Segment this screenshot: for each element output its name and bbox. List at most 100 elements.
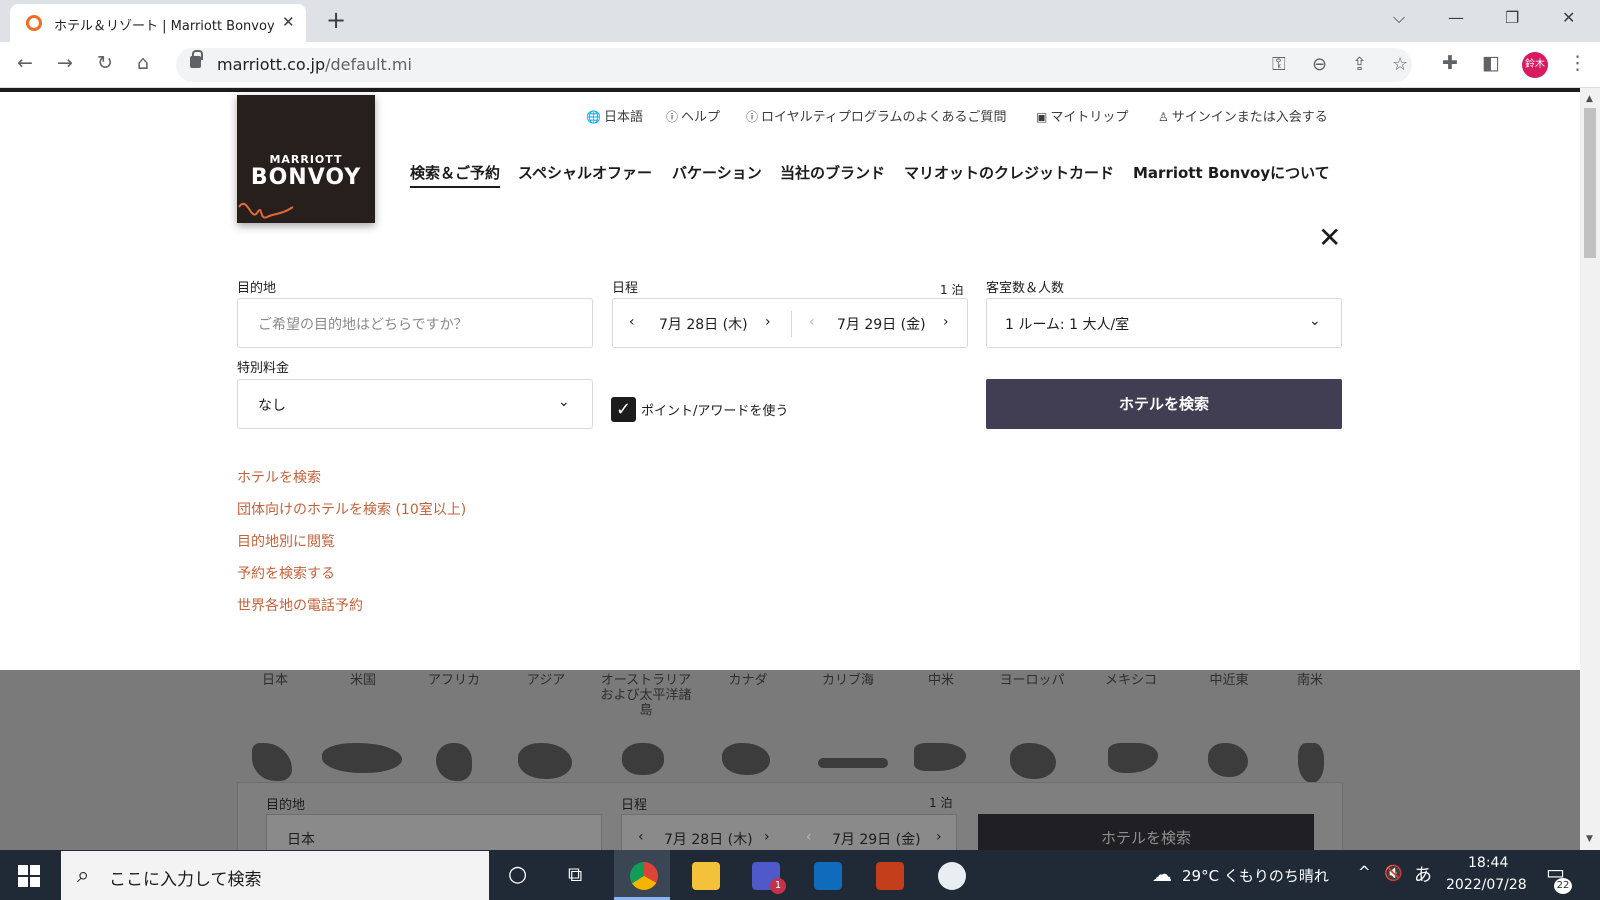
close-window-icon[interactable]: ✕ bbox=[1562, 8, 1575, 27]
south-america-map-icon[interactable] bbox=[1298, 743, 1324, 783]
menu-icon[interactable]: ⋮ bbox=[1568, 52, 1587, 74]
special-rate-select[interactable]: なし ⌄ bbox=[237, 379, 593, 429]
link-browse-destinations[interactable]: 目的地別に閲覧 bbox=[237, 531, 335, 551]
utility-language[interactable]: 🌐 日本語 bbox=[586, 106, 643, 125]
nav-brands[interactable]: 当社のブランド bbox=[780, 162, 885, 183]
region-mexico[interactable]: メキシコ bbox=[1083, 673, 1179, 688]
region-usa[interactable]: 米国 bbox=[315, 673, 411, 688]
teams-badge: 1 bbox=[770, 878, 786, 894]
link-phone-reservations[interactable]: 世界各地の電話予約 bbox=[237, 595, 363, 615]
close-tab-icon[interactable]: ✕ bbox=[282, 13, 295, 31]
utility-help[interactable]: ⓘ ヘルプ bbox=[666, 106, 720, 125]
marriott-bonvoy-logo[interactable]: MARRIOTT BONVOY bbox=[237, 95, 375, 223]
powerpoint-icon[interactable] bbox=[876, 862, 904, 890]
find-hotels-button[interactable]: ホテルを検索 bbox=[986, 379, 1342, 429]
checkin-date[interactable]: 7月 28日 (木) bbox=[659, 314, 748, 334]
extensions-icon[interactable]: ✚ bbox=[1442, 52, 1458, 74]
europe-map-icon[interactable] bbox=[1010, 743, 1056, 779]
scrollbar-thumb[interactable] bbox=[1584, 108, 1596, 258]
clock-date[interactable]: 2022/07/28 bbox=[1446, 877, 1527, 893]
checkout-next-icon[interactable]: › bbox=[943, 314, 949, 330]
bg-chevron-right-icon: › bbox=[764, 829, 770, 845]
side-panel-icon[interactable]: ◧ bbox=[1482, 52, 1500, 74]
canada-map-icon[interactable] bbox=[722, 743, 770, 775]
region-africa[interactable]: アフリカ bbox=[406, 673, 502, 688]
notification-count: 22 bbox=[1554, 878, 1572, 894]
utility-faq[interactable]: ⓘ ロイヤルティプログラムのよくあるご質問 bbox=[746, 106, 1006, 125]
snipping-tool-icon[interactable] bbox=[938, 862, 966, 890]
checkout-prev-icon[interactable]: ‹ bbox=[809, 314, 815, 330]
lock-icon[interactable] bbox=[190, 50, 203, 68]
weather-text[interactable]: 29°C くもりのち晴れ bbox=[1182, 865, 1329, 886]
region-asia[interactable]: アジア bbox=[498, 673, 594, 688]
australia-map-icon[interactable] bbox=[622, 743, 664, 775]
nav-vacations[interactable]: バケーション bbox=[672, 162, 762, 183]
nav-about-bonvoy[interactable]: Marriott Bonvoyについて bbox=[1133, 162, 1330, 183]
address-bar[interactable]: marriott.co.jp/default.mi ⚿ ⊖ ⇪ ☆ bbox=[176, 48, 1412, 82]
region-caribbean[interactable]: カリブ海 bbox=[800, 673, 896, 688]
region-oceania[interactable]: オーストラリアおよび太平洋諸島 bbox=[598, 673, 694, 718]
forward-icon[interactable]: → bbox=[57, 52, 73, 74]
usa-map-icon[interactable] bbox=[322, 743, 402, 773]
africa-map-icon[interactable] bbox=[436, 743, 472, 781]
rooms-guests-select[interactable]: 1 ルーム: 1 大人/室 ⌄ bbox=[986, 298, 1342, 348]
browser-toolbar: ← → ↻ ⌂ marriott.co.jp/default.mi ⚿ ⊖ ⇪ … bbox=[0, 42, 1600, 88]
zoom-icon[interactable]: ⊖ bbox=[1312, 54, 1327, 75]
reload-icon[interactable]: ↻ bbox=[97, 52, 113, 74]
minimize-icon[interactable]: — bbox=[1448, 8, 1464, 27]
nav-credit-card[interactable]: マリオットのクレジットカード bbox=[904, 162, 1114, 183]
use-points-label[interactable]: ポイント/アワードを使う bbox=[641, 400, 788, 419]
region-central-america[interactable]: 中米 bbox=[893, 673, 989, 688]
tab-search-icon[interactable]: ⌵ bbox=[1393, 8, 1405, 28]
profile-avatar[interactable]: 鈴木 bbox=[1522, 52, 1548, 78]
weather-cloud-icon[interactable]: ☁ bbox=[1152, 862, 1172, 886]
region-japan[interactable]: 日本 bbox=[227, 673, 323, 688]
restore-icon[interactable]: ❐ bbox=[1505, 8, 1519, 27]
region-europe[interactable]: ヨーロッパ bbox=[984, 673, 1080, 688]
use-points-checkbox[interactable]: ✓ bbox=[611, 397, 636, 422]
checkmark-icon: ✓ bbox=[615, 399, 632, 420]
user-icon: ♙ bbox=[1158, 110, 1169, 124]
middle-east-map-icon[interactable] bbox=[1208, 743, 1248, 777]
windows-start-icon[interactable] bbox=[18, 865, 40, 887]
asia-map-icon[interactable] bbox=[518, 743, 572, 779]
utility-my-trips[interactable]: ▣ マイトリップ bbox=[1036, 106, 1128, 125]
outlook-icon[interactable] bbox=[814, 862, 842, 890]
url-text[interactable]: marriott.co.jp/default.mi bbox=[217, 55, 412, 74]
checkout-date[interactable]: 7月 29日 (金) bbox=[837, 314, 926, 334]
chrome-taskbar-icon[interactable] bbox=[630, 862, 658, 890]
ime-indicator[interactable]: あ bbox=[1414, 861, 1432, 887]
volume-muted-icon[interactable]: 🔇 bbox=[1384, 864, 1403, 882]
region-canada[interactable]: カナダ bbox=[700, 673, 796, 688]
close-search-icon[interactable]: ✕ bbox=[1318, 224, 1341, 252]
scroll-up-icon[interactable]: ▲ bbox=[1586, 94, 1593, 104]
task-view-icon[interactable]: ⧉ bbox=[568, 862, 582, 886]
home-icon[interactable]: ⌂ bbox=[137, 52, 149, 74]
page-scrollbar[interactable]: ▲ ▼ bbox=[1580, 88, 1600, 850]
utility-sign-in[interactable]: ♙ サインインまたは入会する bbox=[1158, 106, 1328, 125]
bookmark-star-icon[interactable]: ☆ bbox=[1392, 54, 1408, 75]
new-tab-icon[interactable]: + bbox=[326, 6, 346, 34]
nav-special-offers[interactable]: スペシャルオファー bbox=[518, 162, 652, 183]
region-south-america[interactable]: 南米 bbox=[1262, 673, 1358, 688]
link-find-hotels[interactable]: ホテルを検索 bbox=[237, 467, 321, 487]
file-explorer-icon[interactable] bbox=[692, 862, 720, 890]
cortana-icon[interactable]: ○ bbox=[508, 862, 527, 887]
checkin-prev-icon[interactable]: ‹ bbox=[629, 314, 635, 330]
tray-chevron-up-icon[interactable]: ^ bbox=[1358, 863, 1371, 881]
link-group-hotels[interactable]: 団体向けのホテルを検索 (10室以上) bbox=[237, 499, 466, 519]
back-icon[interactable]: ← bbox=[17, 52, 33, 74]
nav-search-reserve[interactable]: 検索＆ご予約 bbox=[410, 162, 501, 188]
caribbean-map-icon[interactable] bbox=[818, 758, 888, 768]
share-icon[interactable]: ⇪ bbox=[1352, 54, 1367, 75]
key-icon[interactable]: ⚿ bbox=[1272, 54, 1286, 75]
taskbar-search-box[interactable]: ⌕ ここに入力して検索 bbox=[61, 851, 489, 900]
scroll-down-icon[interactable]: ▼ bbox=[1586, 834, 1593, 844]
active-tab[interactable]: ホテル＆リゾート | Marriott Bonvoy ✕ bbox=[10, 4, 306, 42]
checkin-next-icon[interactable]: › bbox=[765, 314, 771, 330]
destination-input[interactable]: ご希望の目的地はどちらですか？ bbox=[237, 298, 593, 348]
page-top-border bbox=[0, 88, 1580, 92]
clock-time[interactable]: 18:44 bbox=[1468, 855, 1508, 871]
date-picker[interactable]: ‹ 7月 28日 (木) › ‹ 7月 29日 (金) › bbox=[612, 298, 968, 348]
link-find-reservation[interactable]: 予約を検索する bbox=[237, 563, 335, 583]
